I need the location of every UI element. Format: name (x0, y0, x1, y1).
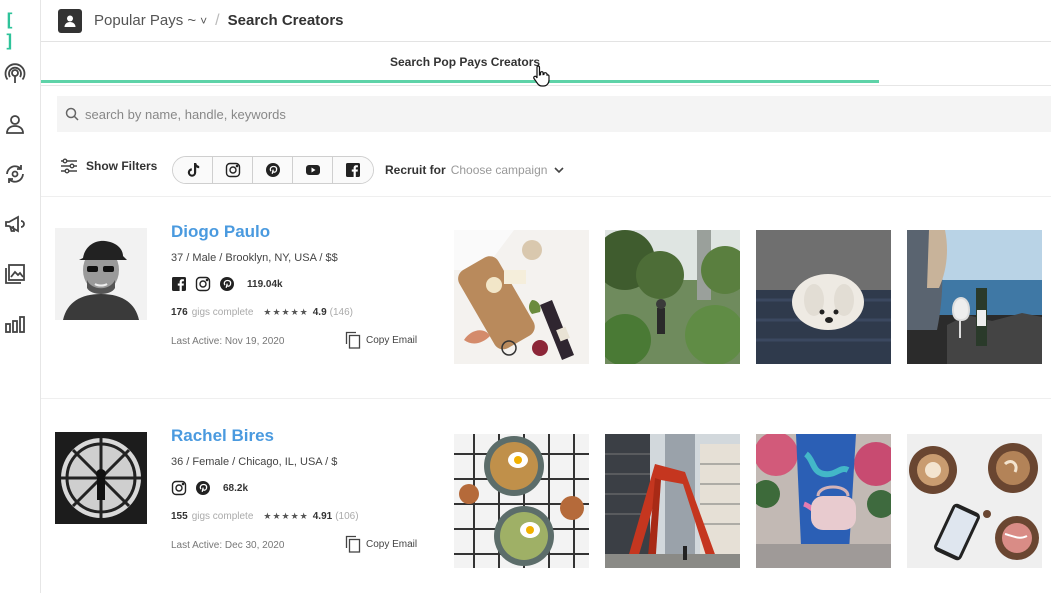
copy-email-label: Copy Email (366, 538, 418, 550)
campaign-select-value: Choose campaign (450, 163, 548, 177)
bar-chart-icon[interactable] (3, 312, 27, 336)
platform-filter-instagram[interactable] (213, 157, 253, 183)
facebook-icon[interactable] (171, 276, 187, 292)
last-active: Last Active: Nov 19, 2020 (171, 336, 285, 347)
creator-avatar[interactable] (55, 432, 147, 524)
divider (41, 398, 1051, 399)
show-filters-button[interactable]: Show Filters (60, 158, 157, 174)
creator-name[interactable]: Rachel Bires (171, 426, 274, 446)
platform-filter-facebook[interactable] (333, 157, 373, 183)
copy-email-button[interactable]: Copy Email (345, 331, 417, 349)
portfolio-photo[interactable] (605, 434, 740, 568)
gigs-summary: 176 gigs complete ★★★★★ 4.9 (146) (171, 307, 353, 318)
portfolio-photo[interactable] (454, 434, 589, 568)
copy-email-label: Copy Email (366, 334, 418, 346)
follower-count: 119.04k (247, 278, 283, 290)
megaphone-icon[interactable] (3, 212, 27, 236)
creator-card: Rachel Bires 36 / Female / Chicago, IL, … (41, 418, 1051, 598)
chevron-down-icon (554, 167, 564, 174)
person-icon[interactable] (3, 112, 27, 136)
tab-bar: Search Pop Pays Creators (41, 42, 1051, 87)
creator-avatar[interactable] (55, 228, 147, 320)
top-header: Popular Pays ~ ˅ / Search Creators (41, 0, 1051, 42)
review-count: (146) (329, 307, 353, 318)
creator-socials: 119.04k (171, 276, 283, 292)
instagram-icon (225, 162, 240, 178)
creator-socials: 68.2k (171, 480, 248, 496)
chevron-down-icon[interactable]: ˅ (200, 14, 207, 28)
refresh-eye-icon[interactable] (3, 162, 27, 186)
breadcrumb-separator: / (215, 11, 220, 29)
gallery-icon[interactable] (3, 262, 27, 286)
portfolio-photo[interactable] (605, 230, 740, 364)
gigs-count: 176 (171, 307, 188, 318)
portfolio-photo[interactable] (454, 230, 589, 364)
portfolio-photo[interactable] (756, 434, 891, 568)
last-active: Last Active: Dec 30, 2020 (171, 540, 285, 551)
copy-icon (345, 535, 361, 553)
youtube-icon (305, 165, 320, 175)
hand-cursor-icon (533, 65, 550, 87)
portfolio-photo[interactable] (907, 434, 1042, 568)
pinterest-icon (265, 163, 280, 177)
portfolio-photo[interactable] (756, 230, 891, 364)
instagram-icon[interactable] (171, 480, 187, 496)
brand-logo[interactable]: [ ] (4, 10, 26, 52)
follower-count: 68.2k (223, 482, 249, 494)
platform-filter-tiktok[interactable] (173, 157, 213, 183)
sliders-icon (61, 158, 77, 174)
star-rating-icon: ★★★★★ (263, 511, 309, 521)
facebook-icon (346, 163, 360, 177)
tiktok-icon (187, 163, 199, 177)
instagram-icon[interactable] (195, 276, 211, 292)
creator-details: 36 / Female / Chicago, IL, USA / $ (171, 456, 338, 468)
broadcast-icon[interactable] (3, 62, 27, 86)
copy-email-button[interactable]: Copy Email (345, 535, 417, 553)
pinterest-icon[interactable] (195, 480, 211, 496)
recruit-campaign-dropdown[interactable]: Recruit for Choose campaign (385, 163, 565, 177)
review-count: (106) (335, 511, 359, 522)
search-icon (65, 107, 79, 121)
platform-filter-youtube[interactable] (293, 157, 333, 183)
platform-filter-group (172, 156, 374, 184)
rating-value: 4.91 (312, 511, 333, 522)
search-bar (57, 96, 1051, 132)
gigs-summary: 155 gigs complete ★★★★★ 4.91 (106) (171, 511, 359, 522)
copy-icon (345, 331, 361, 349)
gigs-label: gigs complete (191, 307, 254, 318)
show-filters-label: Show Filters (86, 159, 158, 173)
gigs-count: 155 (171, 511, 188, 522)
rating-value: 4.9 (312, 307, 327, 318)
tab-active-underline (41, 80, 879, 83)
portfolio-photo[interactable] (907, 230, 1042, 364)
creator-details: 37 / Male / Brooklyn, NY, USA / $$ (171, 252, 338, 264)
page-title: Search Creators (227, 12, 344, 29)
org-switcher[interactable]: Popular Pays ~ (94, 12, 196, 29)
search-input[interactable] (85, 106, 985, 122)
tab-search-creators[interactable]: Search Pop Pays Creators (390, 55, 540, 69)
account-icon[interactable] (58, 8, 82, 33)
sidebar: [ ] (0, 0, 41, 593)
gigs-label: gigs complete (191, 511, 254, 522)
divider (41, 196, 1051, 197)
star-rating-icon: ★★★★★ (263, 307, 309, 317)
creator-name[interactable]: Diogo Paulo (171, 222, 270, 242)
pinterest-icon[interactable] (219, 276, 235, 292)
filter-row: Show Filters Recruit for Choose campaign (57, 152, 1051, 188)
platform-filter-pinterest[interactable] (253, 157, 293, 183)
recruit-label: Recruit for (385, 163, 446, 177)
creator-card: Diogo Paulo 37 / Male / Brooklyn, NY, US… (41, 214, 1051, 394)
